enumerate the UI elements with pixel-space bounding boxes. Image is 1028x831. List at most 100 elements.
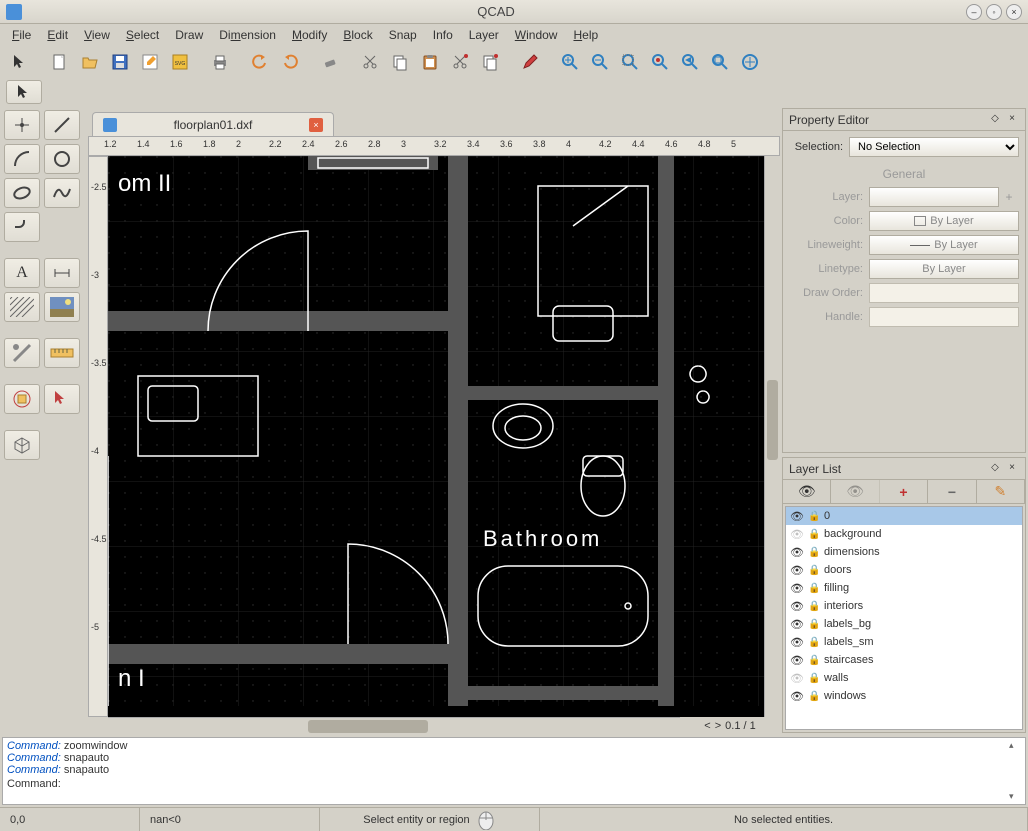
line-tool[interactable] [44, 110, 80, 140]
horizontal-scrollbar[interactable] [108, 717, 680, 735]
zoom-selection-button[interactable] [646, 49, 674, 75]
zoom-window-button[interactable] [706, 49, 734, 75]
menu-help[interactable]: Help [565, 26, 606, 44]
copy-ref-button[interactable] [476, 49, 504, 75]
circle-tool[interactable] [44, 144, 80, 174]
dimension-tool[interactable] [44, 258, 80, 288]
selection-dropdown[interactable]: No Selection [849, 137, 1019, 157]
isometric-tool[interactable] [4, 430, 40, 460]
measure-tool[interactable] [4, 338, 40, 368]
visibility-icon[interactable]: 👁 [790, 546, 804, 559]
polyline-tool[interactable] [4, 212, 40, 242]
visibility-icon[interactable]: 👁 [790, 582, 804, 595]
scroll-down-button[interactable]: ▾ [1009, 791, 1023, 802]
lock-icon[interactable]: 🔒 [808, 565, 820, 576]
visibility-icon[interactable]: 👁 [790, 618, 804, 631]
lock-icon[interactable]: 🔒 [808, 529, 820, 540]
save-button[interactable] [106, 49, 134, 75]
print-button[interactable] [206, 49, 234, 75]
selection-filter-tool[interactable] [44, 384, 80, 414]
close-button[interactable]: × [1006, 4, 1022, 20]
menu-draw[interactable]: Draw [167, 26, 211, 44]
prop-input[interactable] [869, 307, 1019, 327]
zoom-previous-button[interactable] [676, 49, 704, 75]
visibility-icon[interactable]: 👁 [790, 654, 804, 667]
prop-select[interactable] [869, 187, 999, 207]
layer-row[interactable]: 👁🔒walls [786, 669, 1022, 687]
visibility-icon[interactable]: 👁 [790, 690, 804, 703]
prop-select[interactable]: By Layer [869, 235, 1019, 255]
maximize-button[interactable]: ◦ [986, 4, 1002, 20]
lock-icon[interactable]: 🔒 [808, 691, 820, 702]
snap-tool[interactable] [4, 384, 40, 414]
layer-list[interactable]: 👁🔒0👁🔒background👁🔒dimensions👁🔒doors👁🔒fill… [785, 506, 1023, 730]
spline-tool[interactable] [44, 178, 80, 208]
menu-modify[interactable]: Modify [284, 26, 335, 44]
pan-button[interactable] [736, 49, 764, 75]
arc-tool[interactable] [4, 144, 40, 174]
hide-all-layers-button[interactable]: 👁 [831, 480, 879, 503]
scroll-up-button[interactable]: ▴ [1009, 740, 1023, 751]
lock-icon[interactable]: 🔒 [808, 511, 820, 522]
lock-icon[interactable]: 🔒 [808, 583, 820, 594]
drawing-canvas[interactable]: om II Bathroom n I [108, 156, 764, 717]
menu-info[interactable]: Info [425, 26, 461, 44]
layer-row[interactable]: 👁🔒0 [786, 507, 1022, 525]
show-all-layers-button[interactable]: 👁 [783, 480, 831, 503]
pointer-tool[interactable] [6, 49, 34, 75]
visibility-icon[interactable]: 👁 [790, 600, 804, 613]
menu-snap[interactable]: Snap [381, 26, 425, 44]
new-file-button[interactable] [46, 49, 74, 75]
visibility-icon[interactable]: 👁 [790, 564, 804, 577]
visibility-icon[interactable]: 👁 [790, 672, 804, 685]
prop-select[interactable]: By Layer [869, 259, 1019, 279]
save-as-button[interactable] [136, 49, 164, 75]
zoom-out-button[interactable] [586, 49, 614, 75]
layer-row[interactable]: 👁🔒labels_sm [786, 633, 1022, 651]
point-tool[interactable] [4, 110, 40, 140]
undock-icon[interactable]: ◇ [988, 462, 1002, 476]
lock-icon[interactable]: 🔒 [808, 673, 820, 684]
visibility-icon[interactable]: 👁 [790, 636, 804, 649]
ruler-tool[interactable] [44, 338, 80, 368]
menu-edit[interactable]: Edit [39, 26, 76, 44]
redo-button[interactable] [276, 49, 304, 75]
lock-icon[interactable]: 🔒 [808, 619, 820, 630]
vertical-scrollbar[interactable] [764, 156, 780, 717]
minimize-button[interactable]: – [966, 4, 982, 20]
lock-icon[interactable]: 🔒 [808, 601, 820, 612]
prop-input[interactable] [869, 283, 1019, 303]
layer-row[interactable]: 👁🔒dimensions [786, 543, 1022, 561]
prop-select[interactable]: By Layer [869, 211, 1019, 231]
menu-select[interactable]: Select [118, 26, 167, 44]
ellipse-tool[interactable] [4, 178, 40, 208]
zoom-in-button[interactable] [556, 49, 584, 75]
menu-block[interactable]: Block [335, 26, 380, 44]
layer-row[interactable]: 👁🔒doors [786, 561, 1022, 579]
menu-window[interactable]: Window [507, 26, 566, 44]
add-layer-button[interactable]: + [880, 480, 928, 503]
layer-row[interactable]: 👁🔒background [786, 525, 1022, 543]
menu-view[interactable]: View [76, 26, 118, 44]
image-tool[interactable] [44, 292, 80, 322]
cut-button[interactable] [356, 49, 384, 75]
close-tab-button[interactable]: × [309, 118, 323, 132]
menu-file[interactable]: File [4, 26, 39, 44]
edit-layer-button[interactable]: ✎ [977, 480, 1025, 503]
file-tab[interactable]: floorplan01.dxf × [92, 112, 334, 136]
command-input[interactable] [64, 778, 1021, 790]
layer-row[interactable]: 👁🔒staircases [786, 651, 1022, 669]
next-page-button[interactable]: > [715, 720, 721, 732]
copy-button[interactable] [386, 49, 414, 75]
open-file-button[interactable] [76, 49, 104, 75]
pointer-tool-2[interactable] [6, 80, 42, 104]
menu-layer[interactable]: Layer [461, 26, 507, 44]
add-layer-icon[interactable]: + [999, 190, 1019, 204]
hatch-tool[interactable] [4, 292, 40, 322]
layer-row[interactable]: 👁🔒windows [786, 687, 1022, 705]
erase-button[interactable] [316, 49, 344, 75]
layer-row[interactable]: 👁🔒labels_bg [786, 615, 1022, 633]
layer-row[interactable]: 👁🔒interiors [786, 597, 1022, 615]
undo-button[interactable] [246, 49, 274, 75]
pencil-button[interactable] [516, 49, 544, 75]
